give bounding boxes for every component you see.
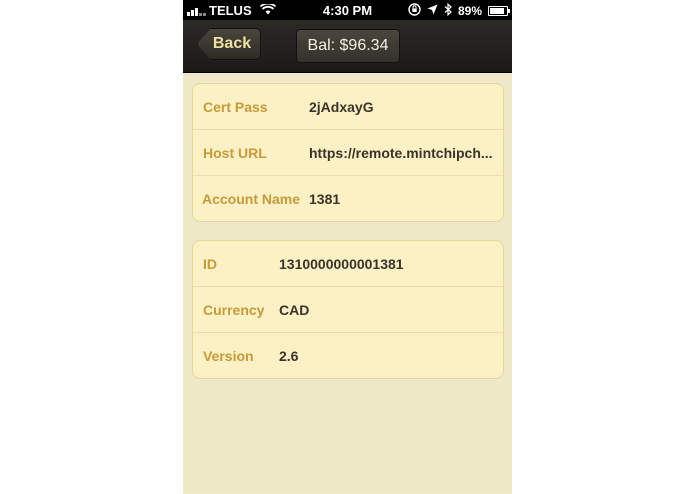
id-value: 1310000000001381 <box>279 255 404 272</box>
account-settings-group: Cert Pass 2jAdxayG Host URL https://remo… <box>192 83 504 222</box>
phone-screen: TELUS 4:30 PM 89% Back Bal: $96.34 Cert … <box>183 0 512 494</box>
orientation-lock-icon <box>408 3 421 19</box>
currency-label: Currency <box>203 301 265 318</box>
version-label: Version <box>203 347 254 364</box>
version-row: Version 2.6 <box>193 333 503 378</box>
id-row: ID 1310000000001381 <box>193 241 503 287</box>
account-name-label: Account Name <box>202 190 301 207</box>
balance-display: Bal: $96.34 <box>296 29 400 63</box>
id-label: ID <box>203 255 217 272</box>
currency-value: CAD <box>279 301 310 318</box>
host-url-row[interactable]: Host URL https://remote.mintchipch... <box>193 130 503 176</box>
battery-percent: 89% <box>457 4 482 18</box>
account-name-row[interactable]: Account Name 1381 <box>193 176 503 221</box>
bluetooth-icon <box>444 2 452 19</box>
cert-pass-value: 2jAdxayG <box>309 98 374 115</box>
version-value: 2.6 <box>279 347 299 364</box>
device-info-group: ID 1310000000001381 Currency CAD Version… <box>192 240 504 379</box>
status-bar: TELUS 4:30 PM 89% <box>183 0 512 20</box>
navigation-bar: Back Bal: $96.34 <box>183 20 512 73</box>
host-url-label: Host URL <box>203 144 267 161</box>
currency-row: Currency CAD <box>193 287 503 333</box>
host-url-value: https://remote.mintchipch... <box>309 144 493 161</box>
cert-pass-label: Cert Pass <box>203 98 268 115</box>
location-icon <box>427 4 438 18</box>
battery-icon <box>488 6 510 16</box>
back-button[interactable]: Back <box>197 28 261 60</box>
account-name-value: 1381 <box>309 190 341 207</box>
cert-pass-row[interactable]: Cert Pass 2jAdxayG <box>193 84 503 130</box>
status-right: 89% <box>408 2 510 19</box>
